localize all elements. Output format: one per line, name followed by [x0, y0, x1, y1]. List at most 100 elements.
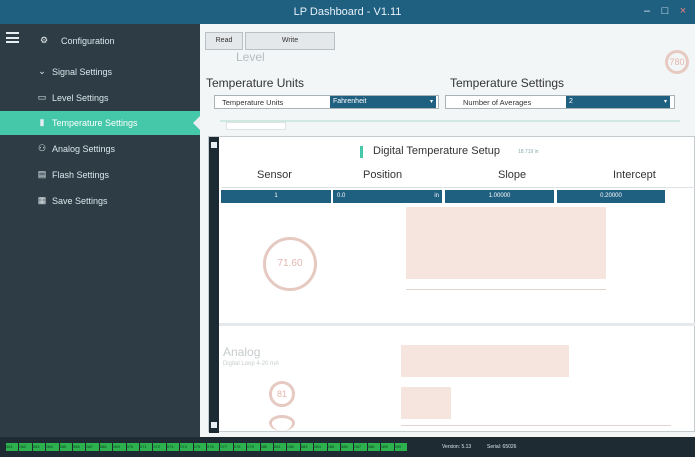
status-bar: 061 062 063 064 065 066 067 068 069 070 071 072 073 0…	[0, 437, 695, 457]
status-segment: 075	[193, 443, 206, 451]
temperature-units-label: Temperature Units	[222, 98, 284, 107]
averages-value: 2	[569, 98, 573, 105]
averages-label: Number of Averages	[463, 98, 532, 107]
status-segment: 068	[99, 443, 113, 451]
thermometer-icon: ▮	[39, 117, 45, 127]
sidebar-item-flash-settings[interactable]: ▤ Flash Settings	[0, 163, 200, 187]
status-segment: 078	[233, 443, 247, 451]
panel-scrollbar[interactable]	[209, 137, 219, 433]
sidebar-item-save-settings[interactable]: ▦ Save Settings	[0, 189, 200, 213]
status-segment: 086	[341, 443, 354, 451]
temperature-units-value: Fahrenheit	[333, 98, 367, 105]
column-header-position: Position	[363, 169, 403, 181]
faded-analog-bar-1	[401, 345, 569, 377]
column-header-sensor: Sensor	[257, 169, 292, 181]
column-header-intercept: Intercept	[613, 169, 656, 181]
temperature-units-title: Temperature Units	[206, 76, 305, 90]
status-segment: 082	[287, 443, 300, 451]
sidebar-item-label: Level Settings	[52, 93, 109, 103]
gear-icon: ⚙	[39, 35, 49, 45]
sidebar-item-label: Save Settings	[52, 196, 108, 206]
averages-select[interactable]: 2 ▾	[566, 96, 670, 108]
faded-analog-title: Analog	[223, 345, 261, 359]
status-segment: 070	[126, 443, 139, 451]
slope-cell[interactable]: 1.00000	[445, 190, 554, 203]
position-cell[interactable]: 0.0 in	[333, 190, 442, 203]
sidebar-item-label: Flash Settings	[52, 170, 110, 180]
faded-baseline	[406, 289, 606, 290]
background-faded-box	[226, 122, 286, 130]
temperature-units-select[interactable]: Fahrenheit ▾	[330, 96, 436, 108]
main-content: Level 780 Read Write Temperature Units T…	[200, 24, 695, 437]
flash-icon: ▤	[37, 169, 47, 179]
panel-title: Digital Temperature Setup	[373, 145, 500, 157]
sidebar-item-signal-settings[interactable]: ⌄ Signal Settings	[0, 60, 200, 84]
position-value: 0.0	[337, 193, 346, 199]
status-segment: 062	[19, 443, 32, 451]
faded-analog-gauge: 81	[269, 381, 295, 407]
intercept-cell[interactable]: 0.20000	[557, 190, 665, 203]
window-title: LP Dashboard - V1.11	[293, 6, 402, 18]
status-segment: 087	[354, 443, 367, 451]
header-divider	[221, 187, 695, 188]
sidebar-item-label: Analog Settings	[52, 144, 116, 154]
position-unit: in	[434, 193, 439, 199]
serial-label: Serial: 65026	[487, 444, 517, 450]
status-segment: 061	[6, 443, 19, 451]
status-segment: 088	[367, 443, 381, 451]
background-progress-line	[220, 120, 680, 122]
panel-title-accent	[360, 146, 363, 158]
scroll-up-icon[interactable]	[211, 142, 217, 148]
status-segment: 067	[86, 443, 99, 451]
section-divider	[219, 323, 695, 326]
sidebar-item-analog-settings[interactable]: ⚇ Analog Settings	[0, 137, 200, 161]
faded-analog-axis	[401, 425, 671, 426]
status-segment: 079	[247, 443, 260, 451]
panel-faded-note: 18.719 in	[518, 149, 539, 155]
user-icon: ⚇	[37, 143, 47, 153]
column-header-slope: Slope	[498, 169, 527, 181]
minimize-button[interactable]: –	[641, 5, 653, 17]
faded-temperature-bar	[406, 207, 606, 279]
sidebar-item-configuration[interactable]: ⚙ Configuration	[0, 29, 200, 53]
scroll-down-icon[interactable]	[211, 422, 217, 428]
status-segment: 066	[73, 443, 86, 451]
status-segment: 072	[153, 443, 166, 451]
status-segment: 089	[381, 443, 394, 451]
sidebar-item-label: Temperature Settings	[52, 118, 138, 128]
background-level-label: Level	[236, 50, 265, 64]
chevron-down-icon: ⌄	[38, 66, 46, 76]
write-button[interactable]: Write	[245, 32, 335, 50]
temperature-settings-title: Temperature Settings	[450, 76, 565, 90]
save-icon: ▦	[37, 195, 47, 205]
status-segment: 065	[59, 443, 72, 451]
version-label: Version: 5.13	[442, 444, 472, 450]
status-segment: 085	[327, 443, 340, 451]
title-bar: LP Dashboard - V1.11 – □ ×	[0, 0, 695, 24]
status-segment: 064	[46, 443, 59, 451]
sensor-cell[interactable]: 1	[221, 190, 331, 203]
close-button[interactable]: ×	[677, 5, 689, 17]
read-button[interactable]: Read	[205, 32, 243, 50]
sidebar: ⚙ Configuration ⌄ Signal Settings ▭ Leve…	[0, 24, 200, 437]
maximize-button[interactable]: □	[659, 5, 671, 17]
window-controls: – □ ×	[641, 5, 689, 17]
chevron-down-icon: ▾	[663, 99, 667, 105]
status-segment: 080	[260, 443, 273, 451]
sidebar-item-label: Signal Settings	[52, 67, 113, 77]
status-segment: 063	[32, 443, 46, 451]
faded-analog-subtitle: Digital Loop 4-20 mA	[223, 361, 280, 367]
faded-analog-gauge-2	[269, 415, 295, 431]
digital-temperature-setup-panel: Digital Temperature Setup 18.719 in Sens…	[208, 136, 695, 433]
level-icon: ▭	[37, 92, 47, 102]
sidebar-item-temperature-settings[interactable]: ▮ Temperature Settings	[0, 111, 200, 135]
status-segment: 074	[180, 443, 193, 451]
status-segment: 083	[300, 443, 314, 451]
sidebar-item-level-settings[interactable]: ▭ Level Settings	[0, 86, 200, 110]
sidebar-item-label: Configuration	[61, 36, 115, 46]
status-segment: 084	[314, 443, 327, 451]
status-segment: 073	[166, 443, 180, 451]
chevron-down-icon: ▾	[429, 99, 433, 105]
status-segment: 077	[220, 443, 233, 451]
status-segment: 076	[207, 443, 220, 451]
